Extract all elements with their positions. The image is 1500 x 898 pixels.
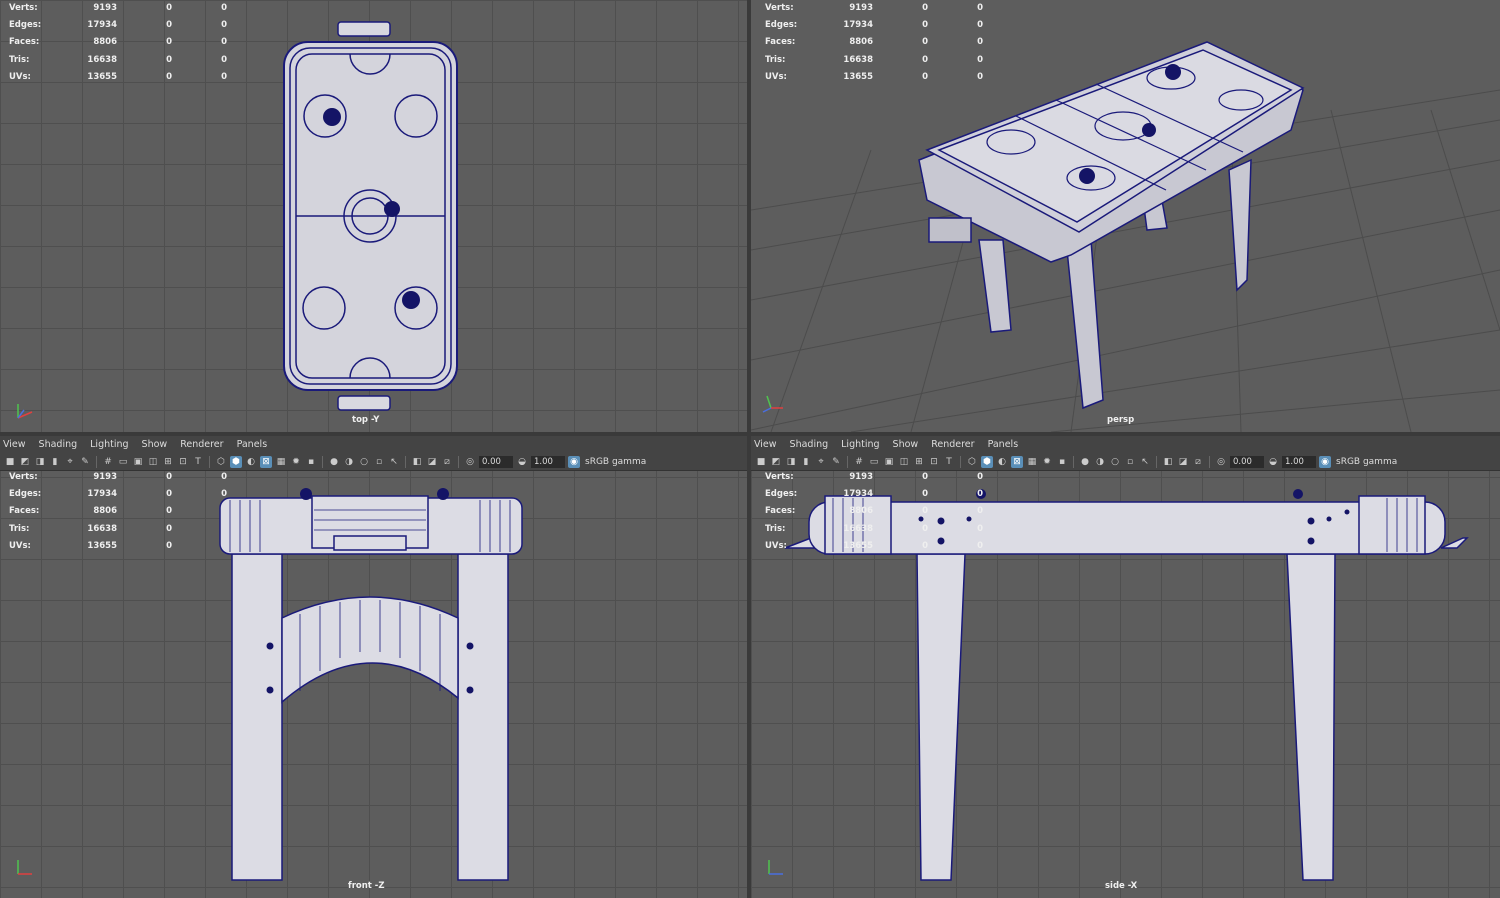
viewport-label-persp: persp xyxy=(1107,415,1135,425)
air-hockey-front-model[interactable] xyxy=(0,436,747,898)
viewport-persp[interactable]: Verts: 9193 0 0 Edges: 17934 0 0 Faces: 8806 0 0 … xyxy=(751,0,1500,432)
axis-gizmo-icon xyxy=(762,395,783,413)
viewport-side[interactable]: View Shading Lighting Show Renderer Pane… xyxy=(751,436,1500,898)
air-hockey-top-model[interactable] xyxy=(0,0,747,432)
viewport-label-top: top -Y xyxy=(352,415,380,425)
axis-gizmo-icon xyxy=(768,860,783,875)
air-hockey-persp-model[interactable] xyxy=(751,0,1500,432)
viewport-front[interactable]: View Shading Lighting Show Renderer Pane… xyxy=(0,436,747,898)
viewport-label-front: front -Z xyxy=(348,881,385,891)
viewport-top[interactable]: Verts: 9193 0 0 Edges: 17934 0 0 Faces: 8806 0 0 … xyxy=(0,0,747,432)
viewport-label-side: side -X xyxy=(1105,881,1138,891)
axis-gizmo-icon xyxy=(17,860,32,875)
axis-gizmo-icon xyxy=(17,404,33,419)
hud-stats: Verts:919300 Edges:1793400 Faces:880600 … xyxy=(765,472,983,551)
